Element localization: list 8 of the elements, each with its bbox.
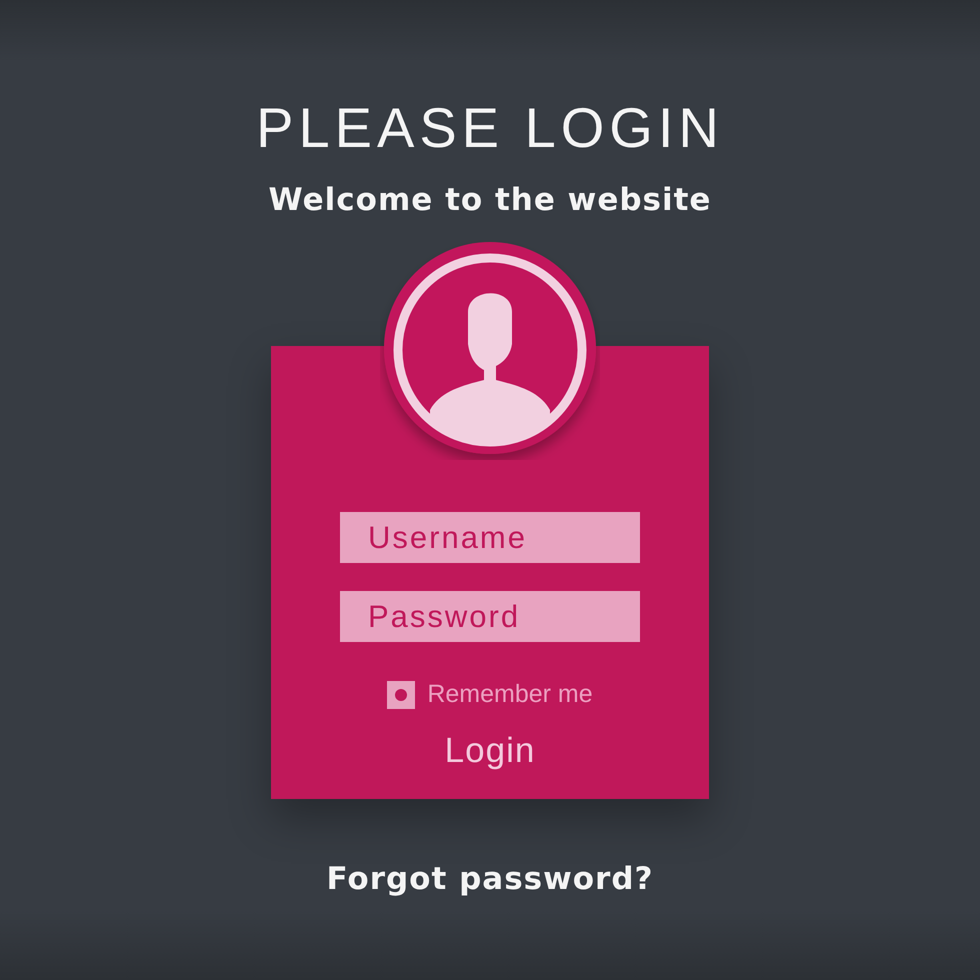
login-button[interactable]: Login: [436, 731, 544, 771]
welcome-subtitle: Welcome to the website: [268, 184, 712, 216]
forgot-password-link[interactable]: Forgot password?: [326, 862, 654, 896]
input-field[interactable]: Password: [340, 591, 640, 642]
checkbox[interactable]: [387, 680, 416, 708]
page-title: PLEASE LOGIN: [256, 100, 724, 156]
input-field[interactable]: Username: [340, 512, 640, 563]
remember-label: Remember me: [427, 680, 593, 709]
